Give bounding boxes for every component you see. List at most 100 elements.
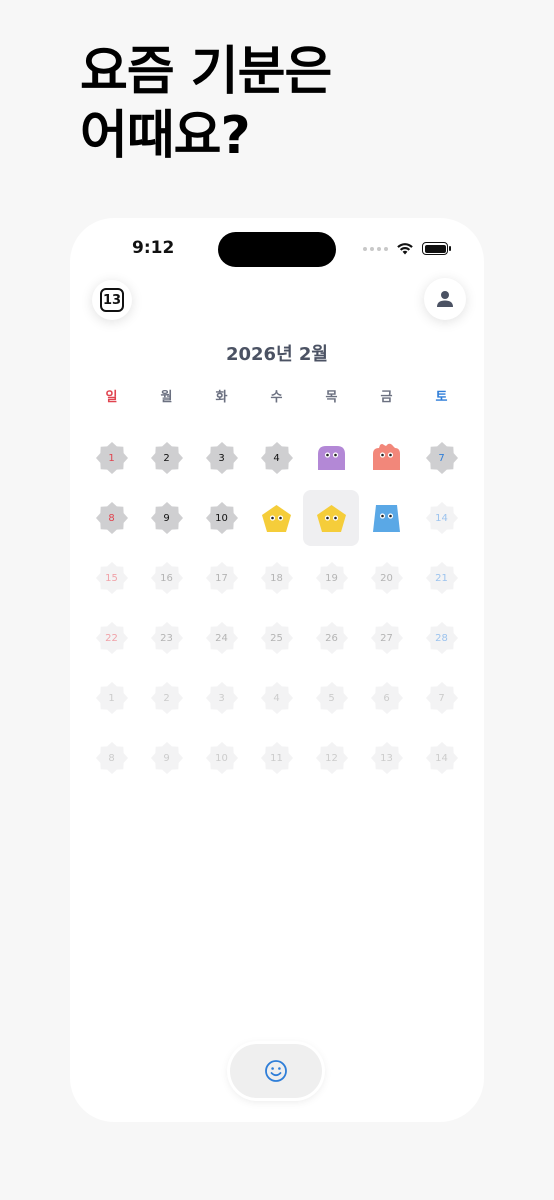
calendar-day-22[interactable]: 22	[84, 608, 139, 668]
weekday-label: 화	[215, 390, 228, 405]
calendar-day-25[interactable]: 25	[249, 608, 304, 668]
calendar-day-6[interactable]	[359, 428, 414, 488]
day-number: 2	[163, 692, 170, 704]
calendar-day-2-next-month: 2	[139, 668, 194, 728]
calendar-week-row: 8 9 10 14	[84, 488, 469, 548]
weekday-label: 수	[270, 390, 283, 405]
day-number: 24	[215, 632, 228, 644]
headline: 요즘 기분은 어때요?	[80, 40, 332, 168]
calendar-day-17[interactable]: 17	[194, 548, 249, 608]
month-title[interactable]: 2026년 2월	[70, 340, 484, 366]
purple-blob-mood-icon	[318, 446, 345, 470]
calendar-day-28[interactable]: 28	[414, 608, 469, 668]
calendar-day-16[interactable]: 16	[139, 548, 194, 608]
day-number: 20	[380, 572, 393, 584]
calendar-week-row: 22 23 24 25 26 27 28	[84, 608, 469, 668]
day-number: 7	[438, 692, 445, 704]
calendar-day-21[interactable]: 21	[414, 548, 469, 608]
calendar-day-19[interactable]: 19	[304, 548, 359, 608]
day-number: 21	[435, 572, 448, 584]
today-button[interactable]: 13	[92, 280, 132, 320]
day-number: 9	[163, 512, 170, 524]
status-time: 9:12	[132, 238, 175, 258]
calendar-day-9-next-month: 9	[139, 728, 194, 788]
day-number: 28	[435, 632, 448, 644]
wifi-icon	[397, 243, 413, 255]
signal-dots-icon	[363, 246, 388, 251]
weekday-label: 월	[160, 390, 173, 405]
day-number: 26	[325, 632, 338, 644]
calendar-day-11-next-month: 11	[249, 728, 304, 788]
calendar-day-1[interactable]: 1	[84, 428, 139, 488]
calendar-day-14[interactable]: 14	[414, 488, 469, 548]
day-number: 10	[215, 752, 228, 764]
calendar-day-26[interactable]: 26	[304, 608, 359, 668]
day-number: 19	[325, 572, 338, 584]
calendar-day-13[interactable]	[359, 488, 414, 548]
calendar-day-3[interactable]: 3	[194, 428, 249, 488]
day-number: 8	[108, 752, 115, 764]
day-number: 25	[270, 632, 283, 644]
day-number: 13	[380, 752, 393, 764]
calendar-day-8[interactable]: 8	[84, 488, 139, 548]
day-number: 15	[105, 572, 118, 584]
calendar-day-11[interactable]	[249, 488, 304, 548]
calendar-day-7[interactable]: 7	[414, 428, 469, 488]
profile-button[interactable]	[424, 278, 466, 320]
day-number: 8	[108, 512, 115, 524]
calendar-day-5-next-month: 5	[304, 668, 359, 728]
phone-screen: 9:12 13 2026년 2월 일 월 화 수 목 금 토 1 2 3 4 7 8 9 10…	[70, 218, 484, 1122]
battery-icon	[422, 242, 451, 255]
calendar-day-18[interactable]: 18	[249, 548, 304, 608]
calendar-day-7-next-month: 7	[414, 668, 469, 728]
yellow-pentagon-mood-icon	[262, 505, 291, 532]
person-icon	[437, 291, 453, 307]
day-number: 14	[435, 512, 448, 524]
day-number: 1	[108, 692, 115, 704]
calendar-day-8-next-month: 8	[84, 728, 139, 788]
day-number: 6	[383, 692, 390, 704]
calendar-day-2[interactable]: 2	[139, 428, 194, 488]
add-mood-button[interactable]	[230, 1044, 322, 1098]
day-number: 5	[328, 692, 335, 704]
calendar-day-23[interactable]: 23	[139, 608, 194, 668]
day-number: 27	[380, 632, 393, 644]
calendar-day-20[interactable]: 20	[359, 548, 414, 608]
calendar-day-15[interactable]: 15	[84, 548, 139, 608]
calendar-day-27[interactable]: 27	[359, 608, 414, 668]
salmon-blob-mood-icon	[373, 443, 400, 470]
day-number: 11	[270, 752, 283, 764]
calendar-day-3-next-month: 3	[194, 668, 249, 728]
day-number: 3	[218, 452, 225, 464]
today-date: 13	[100, 288, 124, 312]
weekday-label: 목	[325, 390, 338, 405]
smiley-icon	[265, 1060, 287, 1082]
calendar-day-24[interactable]: 24	[194, 608, 249, 668]
blue-trapezoid-mood-icon	[373, 505, 400, 532]
calendar-day-12[interactable]	[303, 488, 359, 548]
calendar-week-row: 8 9 10 11 12 13 14	[84, 728, 469, 788]
calendar-day-10[interactable]: 10	[194, 488, 249, 548]
calendar-week-row: 1 2 3 4 7	[84, 428, 469, 488]
headline-line-2: 어때요?	[80, 106, 251, 166]
day-number: 14	[435, 752, 448, 764]
calendar-day-13-next-month: 13	[359, 728, 414, 788]
day-number: 2	[163, 452, 170, 464]
headline-line-1: 요즘 기분은	[80, 42, 332, 102]
weekday-label: 토	[435, 390, 448, 405]
day-number: 10	[215, 512, 228, 524]
weekday-label: 일	[105, 390, 118, 405]
calendar-day-9[interactable]: 9	[139, 488, 194, 548]
day-number: 7	[438, 452, 445, 464]
day-number: 3	[218, 692, 225, 704]
calendar-day-14-next-month: 14	[414, 728, 469, 788]
calendar-day-10-next-month: 10	[194, 728, 249, 788]
day-number: 12	[325, 752, 338, 764]
calendar-day-4[interactable]: 4	[249, 428, 304, 488]
calendar-week-row: 15 16 17 18 19 20 21	[84, 548, 469, 608]
calendar-day-5[interactable]	[304, 428, 359, 488]
dynamic-island	[218, 232, 336, 267]
calendar-day-1-next-month: 1	[84, 668, 139, 728]
day-number: 18	[270, 572, 283, 584]
calendar-day-12-next-month: 12	[304, 728, 359, 788]
